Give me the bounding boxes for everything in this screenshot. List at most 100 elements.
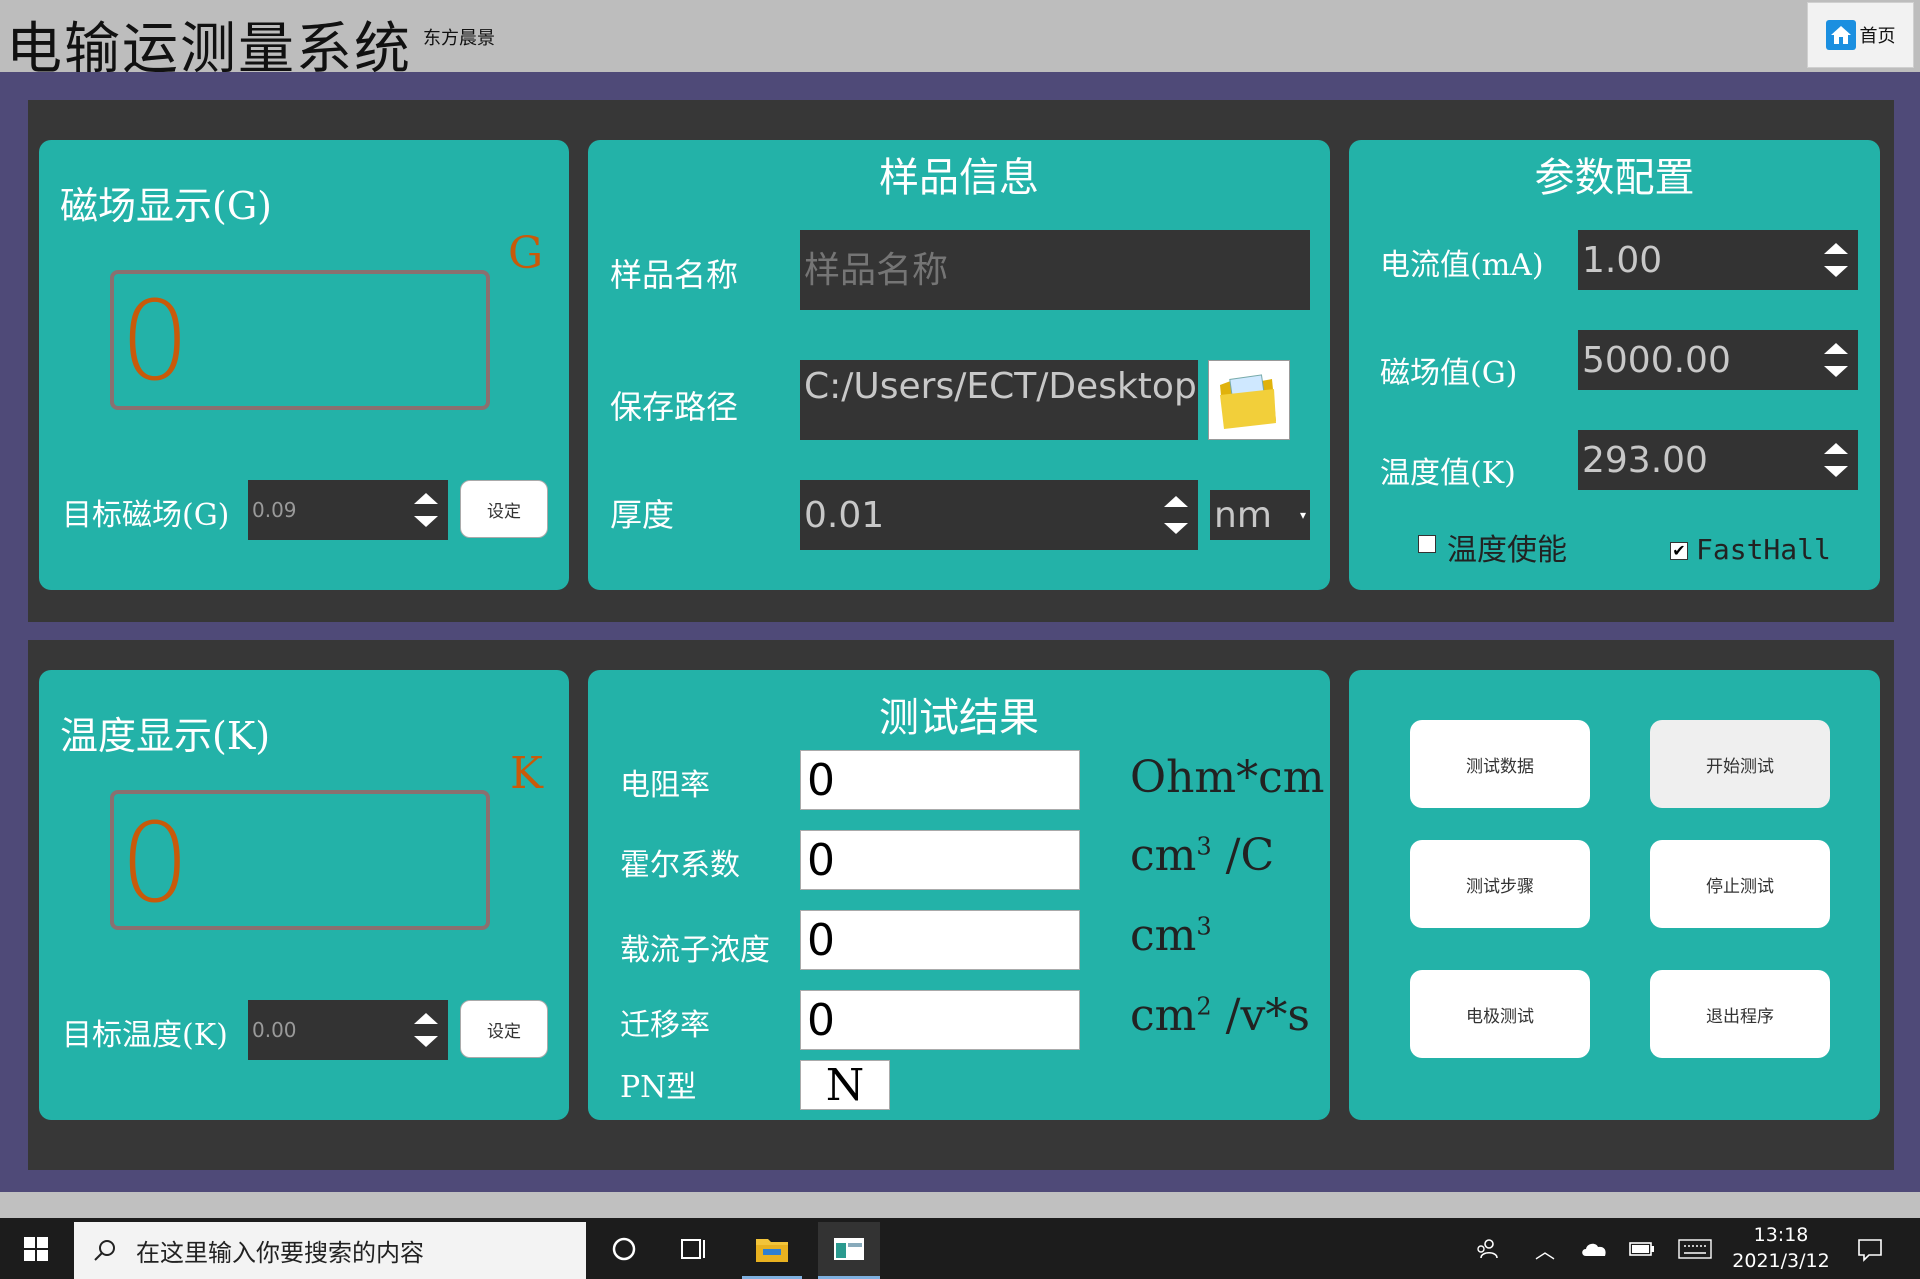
windows-icon — [24, 1236, 48, 1261]
hall-coefficient-unit: cm3 /C — [1130, 830, 1275, 881]
temperature-unit: K — [510, 748, 543, 799]
thickness-unit-select[interactable]: nm ▾ — [1210, 490, 1310, 540]
temp-enable-checkbox[interactable] — [1418, 535, 1436, 553]
target-field-spinbox[interactable]: 0.09 — [248, 480, 448, 540]
current-label: 电流值(mA) — [1380, 248, 1544, 283]
clock-time: 13:18 — [1753, 1224, 1809, 1246]
decrement-icon[interactable] — [1824, 266, 1848, 278]
carrier-concentration-field[interactable]: 0 — [800, 910, 1080, 970]
test-steps-button[interactable]: 测试步骤 — [1410, 840, 1590, 928]
clock[interactable]: 13:18 2021/3/12 — [1726, 1222, 1836, 1276]
file-explorer-button[interactable] — [742, 1222, 802, 1279]
target-field-value: 0.09 — [252, 498, 297, 522]
resistivity-unit: Ohm*cm — [1130, 752, 1325, 803]
exit-program-button[interactable]: 退出程序 — [1650, 970, 1830, 1058]
home-button[interactable]: 首页 — [1807, 2, 1914, 68]
temp-value-spinbox[interactable]: 293.00 — [1578, 430, 1858, 490]
temp-enable-label: 温度使能 — [1447, 533, 1567, 568]
temperature-display: 0 — [110, 790, 490, 930]
save-path-field[interactable]: C:/Users/ECT/Desktop — [800, 360, 1198, 440]
decrement-icon[interactable] — [414, 516, 438, 528]
sample-name-label: 样品名称 — [610, 256, 739, 294]
target-field-label: 目标磁场(G) — [62, 498, 230, 533]
stop-test-button[interactable]: 停止测试 — [1650, 840, 1830, 928]
pn-type-field[interactable]: N — [800, 1060, 890, 1111]
people-icon[interactable] — [1470, 1232, 1504, 1266]
cortana-button[interactable] — [600, 1222, 648, 1276]
thickness-label: 厚度 — [610, 496, 675, 534]
battery-icon[interactable] — [1625, 1232, 1659, 1266]
carrier-concentration-label: 载流子浓度 — [620, 933, 770, 968]
magnetic-value: 0 — [120, 277, 190, 405]
show-hidden-icons-icon[interactable]: ︿ — [1530, 1232, 1560, 1266]
browse-folder-button[interactable] — [1208, 360, 1290, 440]
field-value-value: 5000.00 — [1582, 339, 1731, 381]
task-view-button[interactable] — [670, 1222, 718, 1276]
mobility-field[interactable]: 0 — [800, 990, 1080, 1050]
resistivity-label: 电阻率 — [620, 768, 710, 803]
temp-value-label: 温度值(K) — [1380, 456, 1516, 491]
keyboard-icon[interactable] — [1675, 1232, 1715, 1266]
param-panel-title: 参数配置 — [1534, 155, 1695, 201]
sample-panel-title: 样品信息 — [879, 155, 1039, 201]
sample-name-input[interactable] — [800, 230, 1310, 310]
hall-coefficient-field[interactable]: 0 — [800, 830, 1080, 890]
test-data-button[interactable]: 测试数据 — [1410, 720, 1590, 808]
hall-coefficient-label: 霍尔系数 — [620, 848, 740, 883]
magnetic-unit: G — [508, 228, 544, 279]
app-window-button[interactable] — [818, 1222, 880, 1279]
app-subtitle: 东方晨景 — [423, 28, 495, 49]
target-temp-spinbox[interactable]: 0.00 — [248, 1000, 448, 1060]
current-value: 1.00 — [1582, 239, 1663, 281]
increment-icon[interactable] — [414, 1012, 438, 1024]
dropdown-arrow-icon: ▾ — [1299, 508, 1306, 522]
clock-date: 2021/3/12 — [1732, 1250, 1830, 1272]
fasthall-checkbox[interactable]: ✔ — [1670, 542, 1688, 560]
increment-icon[interactable] — [1824, 342, 1848, 354]
thickness-unit-value: nm — [1214, 494, 1272, 536]
home-label: 首页 — [1859, 26, 1896, 47]
magnetic-panel-title: 磁场显示(G) — [60, 184, 273, 228]
fasthall-label: FastHall — [1696, 533, 1831, 566]
home-icon — [1825, 20, 1856, 50]
increment-icon[interactable] — [1824, 442, 1848, 454]
onedrive-icon[interactable] — [1577, 1232, 1611, 1266]
taskbar-search[interactable]: 在这里输入你要搜索的内容 — [74, 1222, 586, 1279]
target-temp-label: 目标温度(K) — [62, 1018, 228, 1053]
increment-icon[interactable] — [1164, 496, 1188, 507]
pn-type-label: PN型 — [620, 1070, 697, 1105]
thickness-spinbox[interactable]: 0.01 — [800, 480, 1198, 550]
temperature-panel-title: 温度显示(K) — [60, 714, 271, 758]
checkmark-icon: ✔ — [1672, 541, 1686, 560]
increment-icon[interactable] — [414, 492, 438, 504]
start-test-button[interactable]: 开始测试 — [1650, 720, 1830, 808]
decrement-icon[interactable] — [1824, 366, 1848, 378]
app-window-icon — [834, 1238, 864, 1260]
target-temp-value: 0.00 — [252, 1018, 297, 1042]
decrement-icon[interactable] — [414, 1036, 438, 1048]
temperature-value: 0 — [120, 799, 190, 927]
electrode-test-button[interactable]: 电极测试 — [1410, 970, 1590, 1058]
decrement-icon[interactable] — [1164, 523, 1188, 534]
save-path-label: 保存路径 — [610, 388, 739, 426]
search-placeholder: 在这里输入你要搜索的内容 — [136, 1239, 424, 1267]
thickness-value: 0.01 — [804, 494, 885, 536]
carrier-concentration-unit: cm3 — [1130, 910, 1212, 961]
decrement-icon[interactable] — [1824, 466, 1848, 478]
temp-value-value: 293.00 — [1582, 439, 1708, 481]
cortana-icon — [612, 1237, 636, 1261]
set-temp-button[interactable]: 设定 — [460, 1000, 548, 1058]
start-button[interactable] — [0, 1218, 72, 1279]
mobility-unit: cm2 /v*s — [1130, 990, 1310, 1041]
folder-icon — [1220, 374, 1276, 429]
current-spinbox[interactable]: 1.00 — [1578, 230, 1858, 290]
task-view-icon — [681, 1239, 705, 1259]
set-field-button[interactable]: 设定 — [460, 480, 548, 538]
notifications-icon[interactable] — [1850, 1230, 1890, 1270]
search-icon — [94, 1239, 115, 1261]
increment-icon[interactable] — [1824, 242, 1848, 254]
field-value-spinbox[interactable]: 5000.00 — [1578, 330, 1858, 390]
resistivity-field[interactable]: 0 — [800, 750, 1080, 810]
folder-icon — [756, 1239, 788, 1262]
results-panel-title: 测试结果 — [879, 695, 1039, 741]
